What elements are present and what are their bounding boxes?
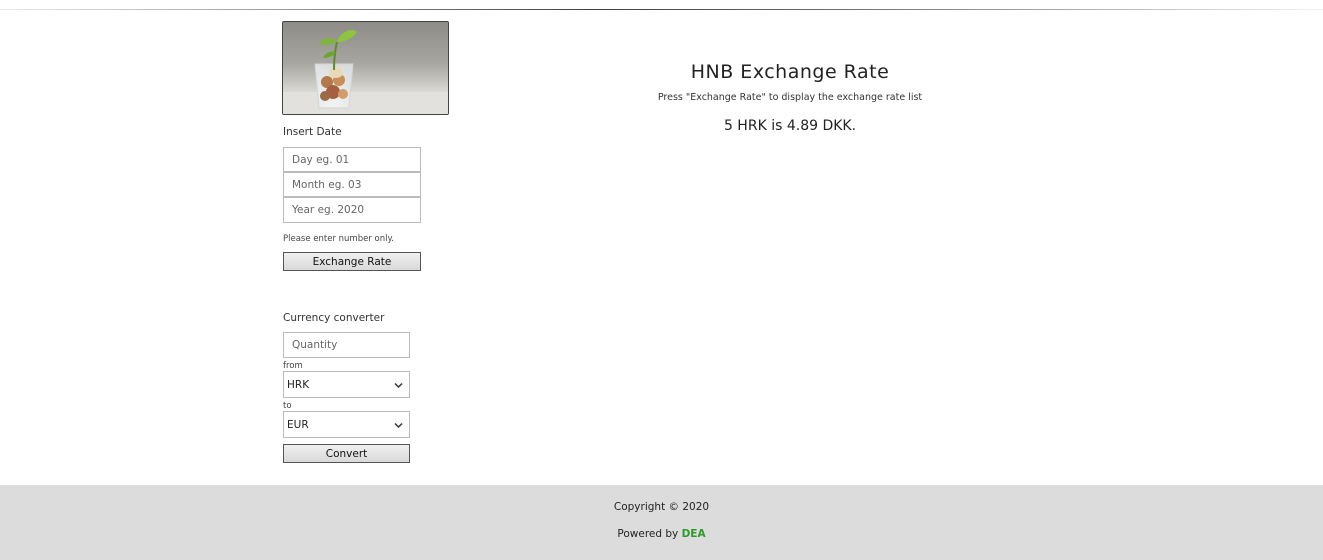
insert-date-label: Insert Date <box>283 126 342 138</box>
chevron-down-icon <box>394 382 403 388</box>
to-currency-select[interactable]: EUR <box>283 411 410 438</box>
day-input[interactable] <box>283 147 421 172</box>
page-subtitle: Press "Exchange Rate" to display the exc… <box>657 92 923 103</box>
to-label: to <box>283 401 292 411</box>
chevron-down-icon <box>394 422 403 428</box>
copyright-text: Copyright © 2020 <box>613 501 710 513</box>
quantity-input[interactable] <box>283 332 410 358</box>
currency-converter-label: Currency converter <box>283 312 385 324</box>
powered-by-prefix: Powered by <box>617 528 682 540</box>
powered-by: Powered by DEA <box>0 528 1323 540</box>
footer: Copyright © 2020 Powered by DEA <box>0 485 1323 560</box>
number-only-hint: Please enter number only. <box>283 234 395 244</box>
from-currency-value: HRK <box>287 378 310 391</box>
year-input[interactable] <box>283 197 421 223</box>
to-currency-value: EUR <box>287 418 309 431</box>
from-currency-select[interactable]: HRK <box>283 371 410 398</box>
exchange-rate-button[interactable]: Exchange Rate <box>283 252 421 271</box>
brand-link[interactable]: DEA <box>682 528 706 540</box>
top-divider <box>0 9 1323 10</box>
convert-button[interactable]: Convert <box>283 444 410 463</box>
plant-coins-image <box>282 21 449 115</box>
page-title: HNB Exchange Rate <box>690 61 890 83</box>
conversion-result: 5 HRK is 4.89 DKK. <box>723 118 857 134</box>
month-input[interactable] <box>283 172 421 197</box>
from-label: from <box>283 361 303 371</box>
